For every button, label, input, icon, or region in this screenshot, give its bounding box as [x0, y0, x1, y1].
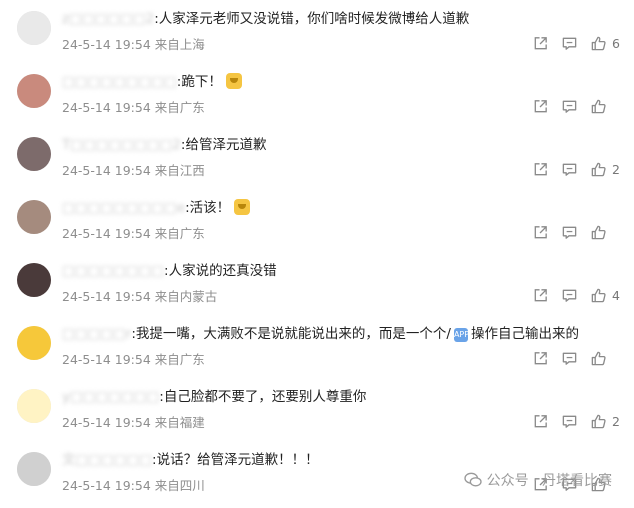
- comment-text: 跪下！: [181, 74, 222, 90]
- comment-location: 来自广东: [154, 352, 205, 367]
- comment-item: z□□□□□□2:人家泽元老师又没说错，你们啥时候发微博给人道歉 24-5-14 …: [0, 4, 634, 67]
- like-count: 2: [612, 161, 620, 177]
- comment-text: 人家说的还真没错: [168, 263, 277, 279]
- comment-meta: 24-5-14 19:54 来自广东: [62, 99, 205, 117]
- comment-item: □□□□□r:我提一嘴，大满败不是说就能说出来的，而是一个个/APP 操作自己输出…: [0, 319, 634, 382]
- like-count: 6: [612, 35, 620, 51]
- share-icon[interactable]: [531, 160, 549, 178]
- comment-meta: 24-5-14 19:54 来自广东: [62, 351, 205, 369]
- like-icon[interactable]: [589, 286, 607, 304]
- comment-time: 24-5-14 19:54: [62, 163, 151, 178]
- comment-meta: 24-5-14 19:54 来自四川: [62, 477, 205, 495]
- like-count: 4: [612, 287, 620, 303]
- reply-icon[interactable]: [560, 349, 578, 367]
- like-icon[interactable]: [589, 349, 607, 367]
- comment-actions: [531, 97, 620, 115]
- reply-icon[interactable]: [560, 223, 578, 241]
- like-icon[interactable]: [589, 160, 607, 178]
- username[interactable]: □□□□□□□□: [62, 260, 164, 282]
- comment-time: 24-5-14 19:54: [62, 352, 151, 367]
- comment-meta: 24-5-14 19:54 来自广东: [62, 225, 205, 243]
- reply-icon[interactable]: [560, 412, 578, 430]
- comment-meta: 24-5-14 19:54 来自福建: [62, 414, 205, 432]
- wechat-icon: [463, 472, 482, 487]
- username[interactable]: T□□□□□□□□2: [62, 134, 181, 156]
- avatar[interactable]: [17, 452, 51, 486]
- comment-text: 我提一嘴，大满败不是说就能说出来的，而是一个个/: [135, 326, 451, 342]
- comment-text-cont: 操作自己输出来的: [470, 326, 579, 342]
- avatar[interactable]: [17, 263, 51, 297]
- username[interactable]: 文□□□□□□: [62, 449, 152, 471]
- comment-text: 说话？给管泽元道歉！！！: [156, 452, 319, 468]
- share-icon[interactable]: [531, 97, 549, 115]
- comment-text: 给管泽元道歉: [185, 137, 267, 153]
- comment-location: 来自福建: [154, 415, 205, 430]
- comment-time: 24-5-14 19:54: [62, 100, 151, 115]
- like-count: 2: [612, 413, 620, 429]
- reply-icon[interactable]: [560, 97, 578, 115]
- comment-meta: 24-5-14 19:54 来自江西: [62, 162, 205, 180]
- username[interactable]: y□□□□□□□: [62, 386, 159, 408]
- avatar[interactable]: [17, 11, 51, 45]
- comment-item: □□□□□□□□□:跪下！ 24-5-14 19:54 来自广东: [0, 67, 634, 130]
- comment-location: 来自上海: [154, 37, 205, 52]
- comment-text: 自己脸都不要了，还要别人尊重你: [163, 389, 367, 405]
- share-icon[interactable]: [531, 34, 549, 52]
- comment-time: 24-5-14 19:54: [62, 478, 151, 493]
- comment-location: 来自内蒙古: [154, 289, 218, 304]
- watermark-text: 公众号 · 丹塔看比赛: [486, 473, 612, 489]
- reply-icon[interactable]: [560, 34, 578, 52]
- comment-item: □□□□□□□□:人家说的还真没错 24-5-14 19:54 来自内蒙古 4: [0, 256, 634, 319]
- username[interactable]: □□□□□r: [62, 323, 131, 345]
- like-icon[interactable]: [589, 34, 607, 52]
- comment-item: □□□□□□□□□e:活该！ 24-5-14 19:54 来自广东: [0, 193, 634, 256]
- watermark: 公众号 · 丹塔看比赛: [463, 470, 612, 490]
- app-link-icon[interactable]: APP: [453, 328, 469, 342]
- emoji-icon: [225, 73, 242, 89]
- share-icon[interactable]: [531, 286, 549, 304]
- reply-icon[interactable]: [560, 160, 578, 178]
- comment-actions: 2: [531, 412, 620, 430]
- username[interactable]: □□□□□□□□□: [62, 71, 177, 93]
- comment-actions: [531, 223, 620, 241]
- share-icon[interactable]: [531, 412, 549, 430]
- comment-actions: 6: [531, 34, 620, 52]
- comment-time: 24-5-14 19:54: [62, 37, 151, 52]
- comment-actions: 4: [531, 286, 620, 304]
- comment-actions: 2: [531, 160, 620, 178]
- comment-actions: [531, 349, 620, 367]
- username[interactable]: z□□□□□□2: [62, 8, 154, 30]
- comment-location: 来自广东: [154, 100, 205, 115]
- share-icon[interactable]: [531, 349, 549, 367]
- comment-location: 来自广东: [154, 226, 205, 241]
- avatar[interactable]: [17, 200, 51, 234]
- comment-time: 24-5-14 19:54: [62, 289, 151, 304]
- comment-item: T□□□□□□□□2:给管泽元道歉 24-5-14 19:54 来自江西 2: [0, 130, 634, 193]
- like-icon[interactable]: [589, 97, 607, 115]
- emoji-icon: [234, 199, 251, 215]
- comment-location: 来自江西: [154, 163, 205, 178]
- comment-meta: 24-5-14 19:54 来自上海: [62, 36, 205, 54]
- comment-time: 24-5-14 19:54: [62, 415, 151, 430]
- comment-meta: 24-5-14 19:54 来自内蒙古: [62, 288, 217, 306]
- like-icon[interactable]: [589, 223, 607, 241]
- share-icon[interactable]: [531, 223, 549, 241]
- avatar[interactable]: [17, 326, 51, 360]
- reply-icon[interactable]: [560, 286, 578, 304]
- comment-location: 来自四川: [154, 478, 205, 493]
- like-icon[interactable]: [589, 412, 607, 430]
- comment-text: 人家泽元老师又没说错，你们啥时候发微博给人道歉: [158, 11, 470, 27]
- username[interactable]: □□□□□□□□□e: [62, 197, 185, 219]
- comment-time: 24-5-14 19:54: [62, 226, 151, 241]
- avatar[interactable]: [17, 137, 51, 171]
- avatar[interactable]: [17, 389, 51, 423]
- comment-item: y□□□□□□□:自己脸都不要了，还要别人尊重你 24-5-14 19:54 来自…: [0, 382, 634, 445]
- comment-text: 活该！: [189, 200, 231, 216]
- avatar[interactable]: [17, 74, 51, 108]
